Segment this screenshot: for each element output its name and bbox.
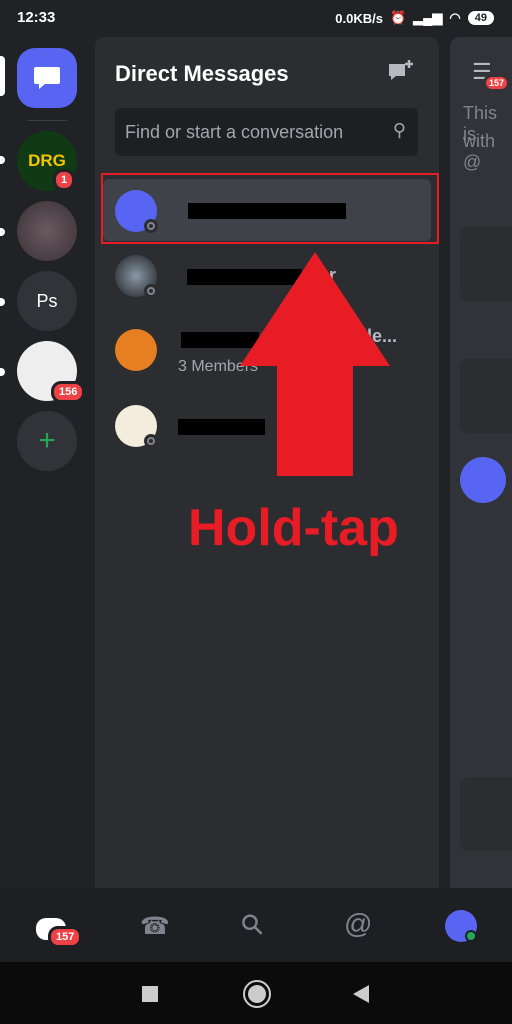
recents-button[interactable] <box>142 986 158 1002</box>
mentions-tab[interactable]: @ <box>344 908 372 940</box>
avatar <box>460 457 506 503</box>
group-icon <box>115 329 157 371</box>
server-rail: DRG 1 Ps 156 + <box>0 36 92 888</box>
add-server-button[interactable]: + <box>17 411 77 471</box>
call-icon <box>460 359 512 433</box>
search-input[interactable]: Find or start a conversation ⚲ <box>115 108 418 156</box>
dm-home-button[interactable] <box>17 48 77 108</box>
plus-icon: + <box>38 424 56 457</box>
home-button[interactable] <box>243 980 271 1008</box>
status-bar: 12:33 0.0KB/s ⏰ ▂▄▆ ◠ 49 <box>0 0 512 36</box>
annotation-text: Hold-tap <box>188 499 399 557</box>
clock: 12:33 <box>17 9 56 26</box>
signal-icon: ▂▄▆ <box>413 10 443 25</box>
server-avatar-2[interactable]: 156 <box>17 341 86 403</box>
call-icon <box>460 227 512 301</box>
new-dm-icon[interactable] <box>387 59 415 85</box>
page-title: Direct Messages <box>115 61 289 86</box>
online-status <box>465 930 477 942</box>
selected-indicator <box>0 56 5 96</box>
back-button[interactable] <box>353 985 369 1003</box>
wifi-icon: ◠ <box>449 10 461 25</box>
net-speed: 0.0KB/s <box>335 10 383 26</box>
arrow-up-annotation <box>240 252 390 476</box>
bottom-nav: 157 ☎ ⚲ @ <box>0 888 512 962</box>
search-tab[interactable]: ⚲ <box>233 906 271 944</box>
friends-tab[interactable]: ☎ <box>140 912 170 941</box>
server-avatar[interactable] <box>17 201 77 261</box>
search-icon: ⚲ <box>392 120 406 140</box>
server-drg[interactable]: DRG 1 <box>17 131 77 191</box>
profile-tab[interactable] <box>445 910 477 942</box>
call-icon <box>460 777 512 851</box>
alarm-icon: ⏰ <box>390 10 407 25</box>
highlight-box <box>101 173 439 244</box>
chat-panel: ☰ 157 This is with @ <box>450 37 512 889</box>
system-nav <box>0 962 512 1024</box>
battery: 49 <box>467 11 494 25</box>
server-ps[interactable]: Ps <box>17 271 77 331</box>
chat-icon <box>34 67 60 89</box>
